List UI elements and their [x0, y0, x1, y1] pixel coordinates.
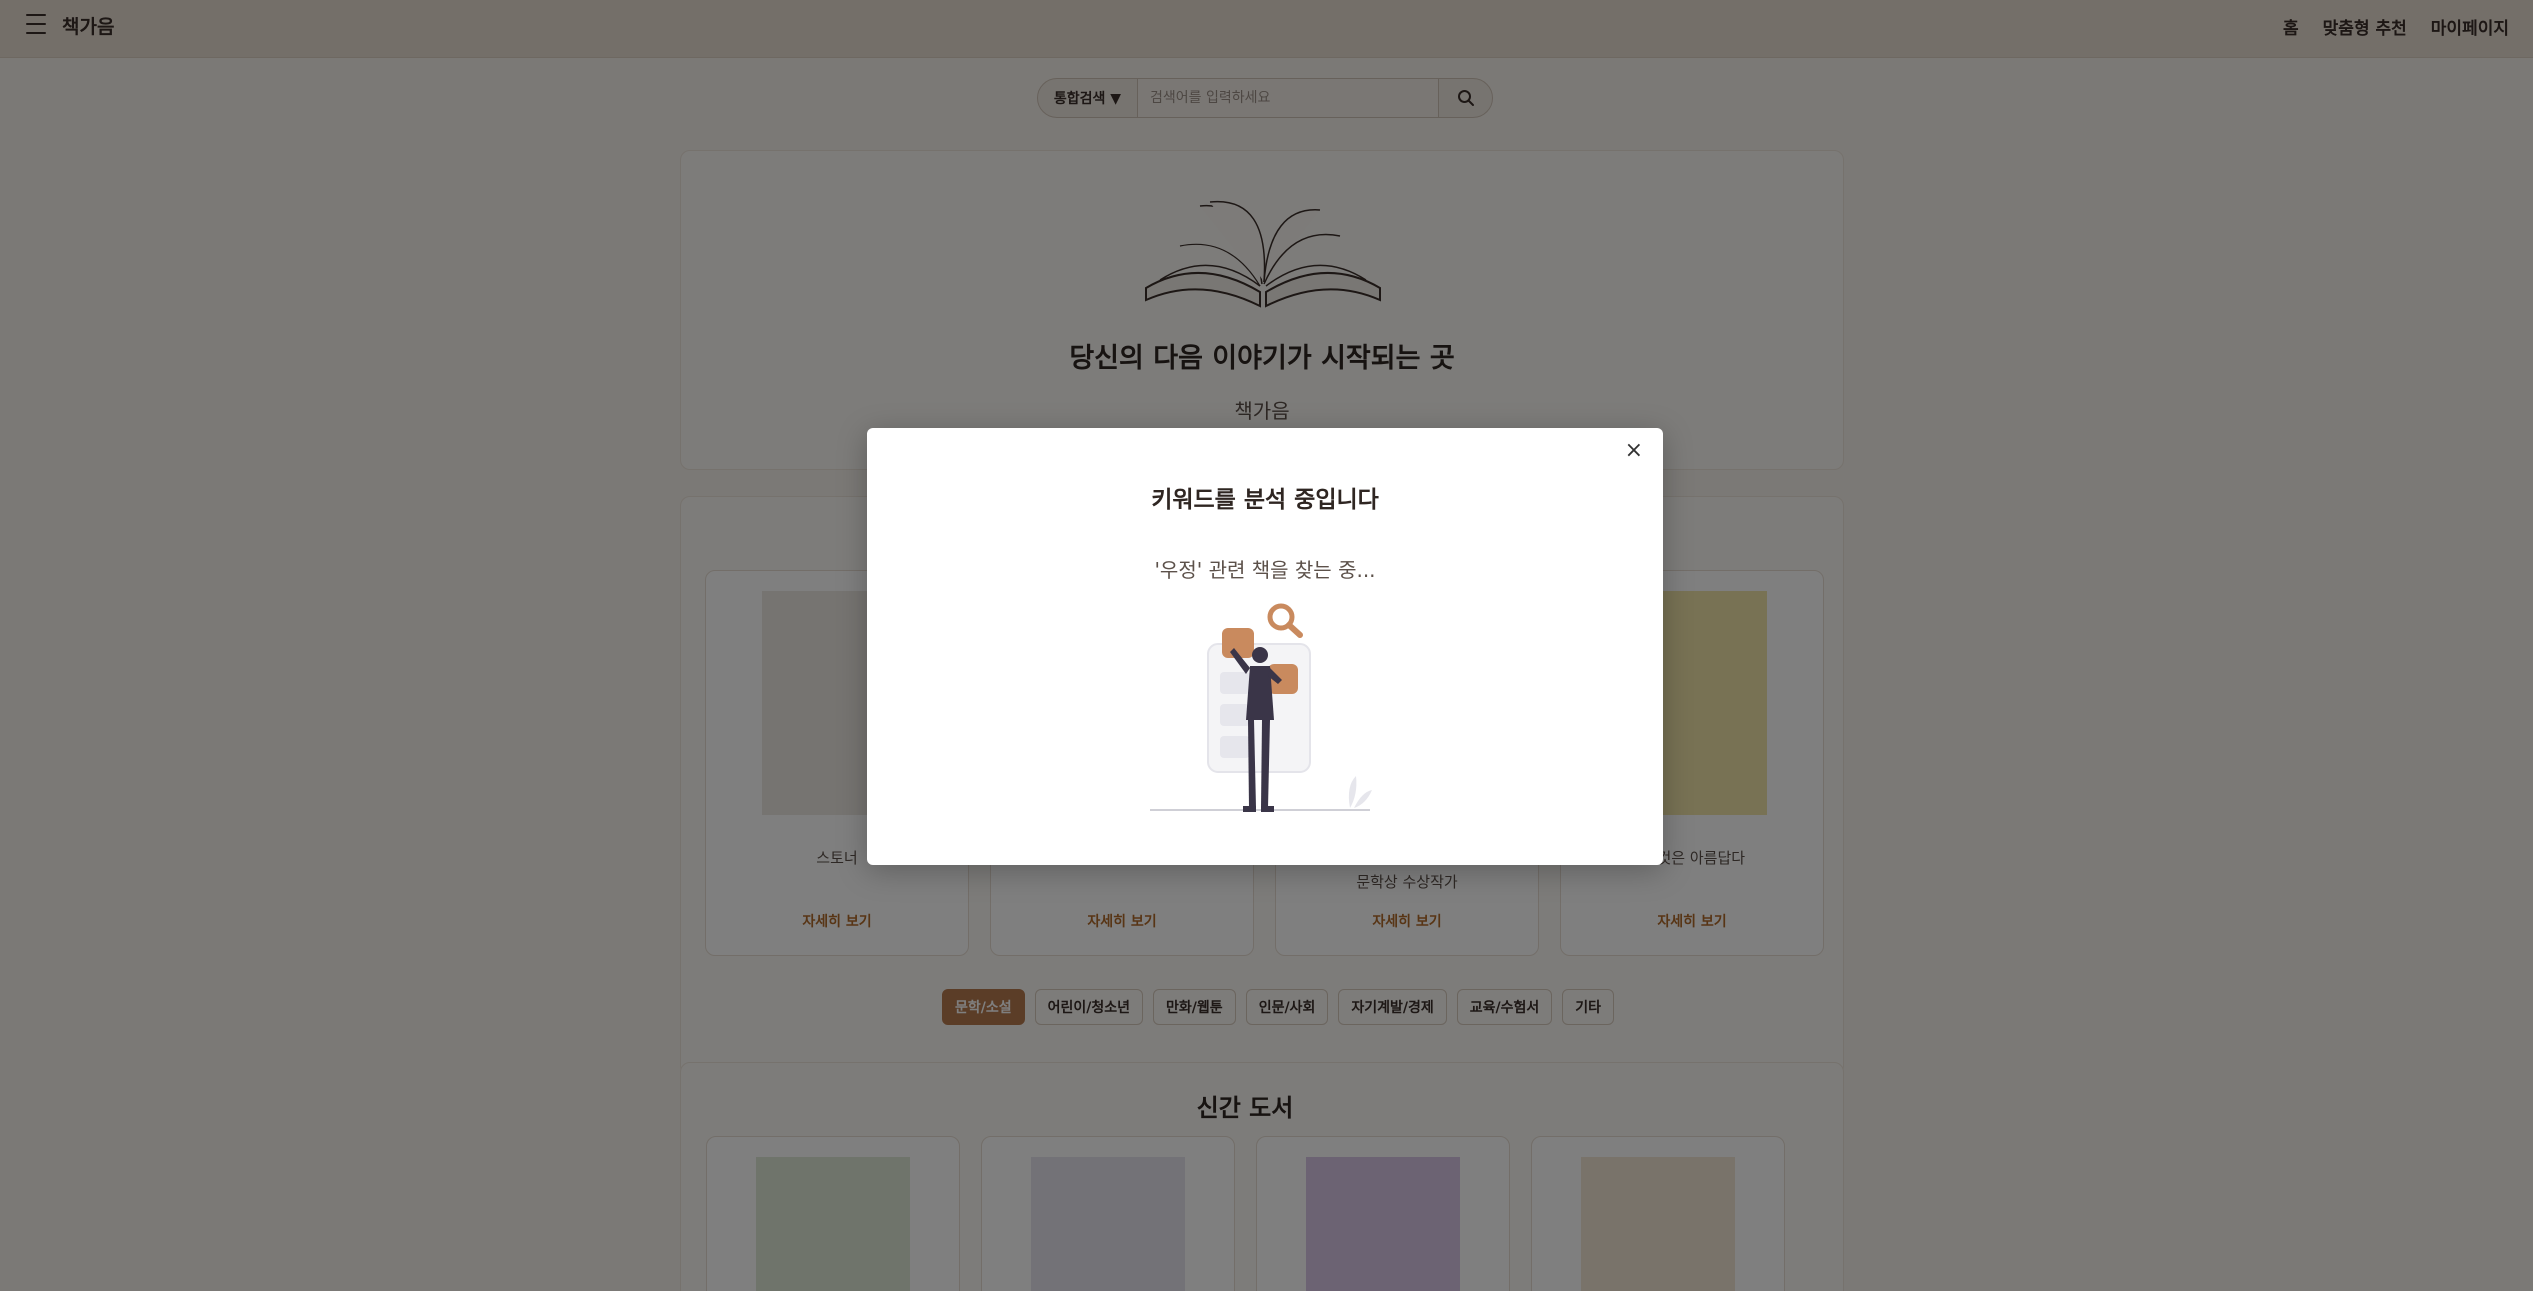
analysis-modal: × 키워드를 분석 중입니다 '우정' 관련 책을 찾는 중...	[867, 428, 1663, 865]
close-icon[interactable]: ×	[1625, 440, 1643, 462]
modal-title: 키워드를 분석 중입니다	[1151, 487, 1379, 513]
modal-message: '우정' 관련 책을 찾는 중...	[1154, 558, 1376, 582]
search-illustration	[1150, 603, 1372, 812]
